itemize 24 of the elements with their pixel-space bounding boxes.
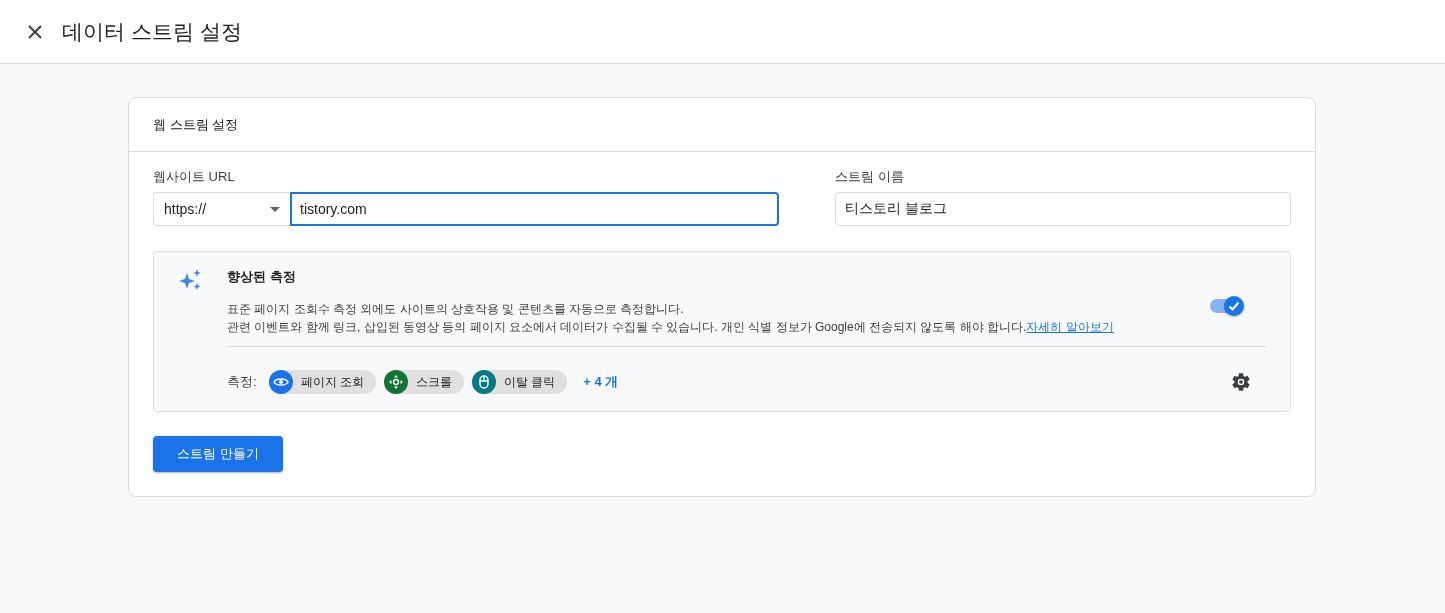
- learn-more-link[interactable]: 자세히 알아보기: [1026, 320, 1114, 334]
- measure-chip: 페이지 조회: [268, 370, 376, 394]
- description-text: 관련 이벤트와 함께 링크, 삽입된 동영상 등의 페이지 요소에서 데이터가 수집될 수 있습니다. 개인 식별 정보가 Google에 전송되지 않도록 해야 합니다.자세히 알아보기: [227, 319, 1115, 336]
- measures-label: 측정:: [227, 373, 257, 391]
- settings-icon: [1230, 371, 1252, 393]
- section-title: 향상된 측정: [227, 268, 297, 286]
- settings-button[interactable]: [1230, 371, 1252, 393]
- window-title: 데이터 스트림 설정: [62, 18, 242, 45]
- measure-chip: 이탈 클릭: [471, 370, 568, 394]
- stream-name-field[interactable]: 티스토리 블로그: [835, 192, 1291, 226]
- toggle-switch[interactable]: [1208, 294, 1246, 318]
- more-measures-button[interactable]: + 4 개: [575, 369, 627, 395]
- field-label: 웹사이트 URL: [153, 168, 236, 186]
- field-label: 스트림 이름: [835, 168, 906, 186]
- measure-chip: 스크롤: [383, 370, 464, 394]
- sparkle-icon: [178, 268, 202, 292]
- create-stream-button[interactable]: 스트림 만들기: [153, 436, 283, 472]
- card-title: 웹 스트림 설정: [153, 115, 239, 134]
- check-icon: [1227, 299, 1241, 313]
- caret-icon: [270, 206, 280, 212]
- url-input-field[interactable]: tistory.com: [290, 192, 780, 226]
- close-icon: [28, 24, 42, 39]
- protocol-dropdown[interactable]: https://: [153, 192, 290, 226]
- description-text: 표준 페이지 조회수 측정 외에도 사이트의 상호작용 및 콘텐츠를 자동으로 측정합니다.: [227, 301, 685, 318]
